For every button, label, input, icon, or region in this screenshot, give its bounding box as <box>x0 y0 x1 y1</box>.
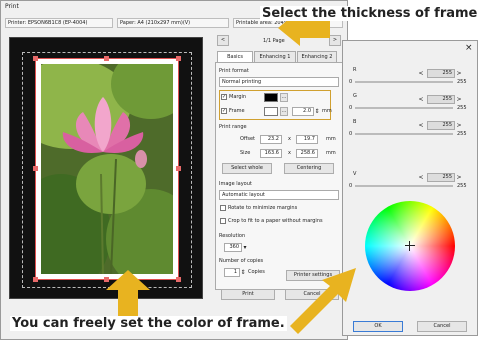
color-callout: You can freely set the color of frame. <box>10 316 287 331</box>
thickness-callout: Select the thickness of frame <box>260 6 480 21</box>
color-arrow-right <box>290 268 356 334</box>
callout-arrows <box>106 10 356 334</box>
color-arrow-up <box>106 270 150 316</box>
